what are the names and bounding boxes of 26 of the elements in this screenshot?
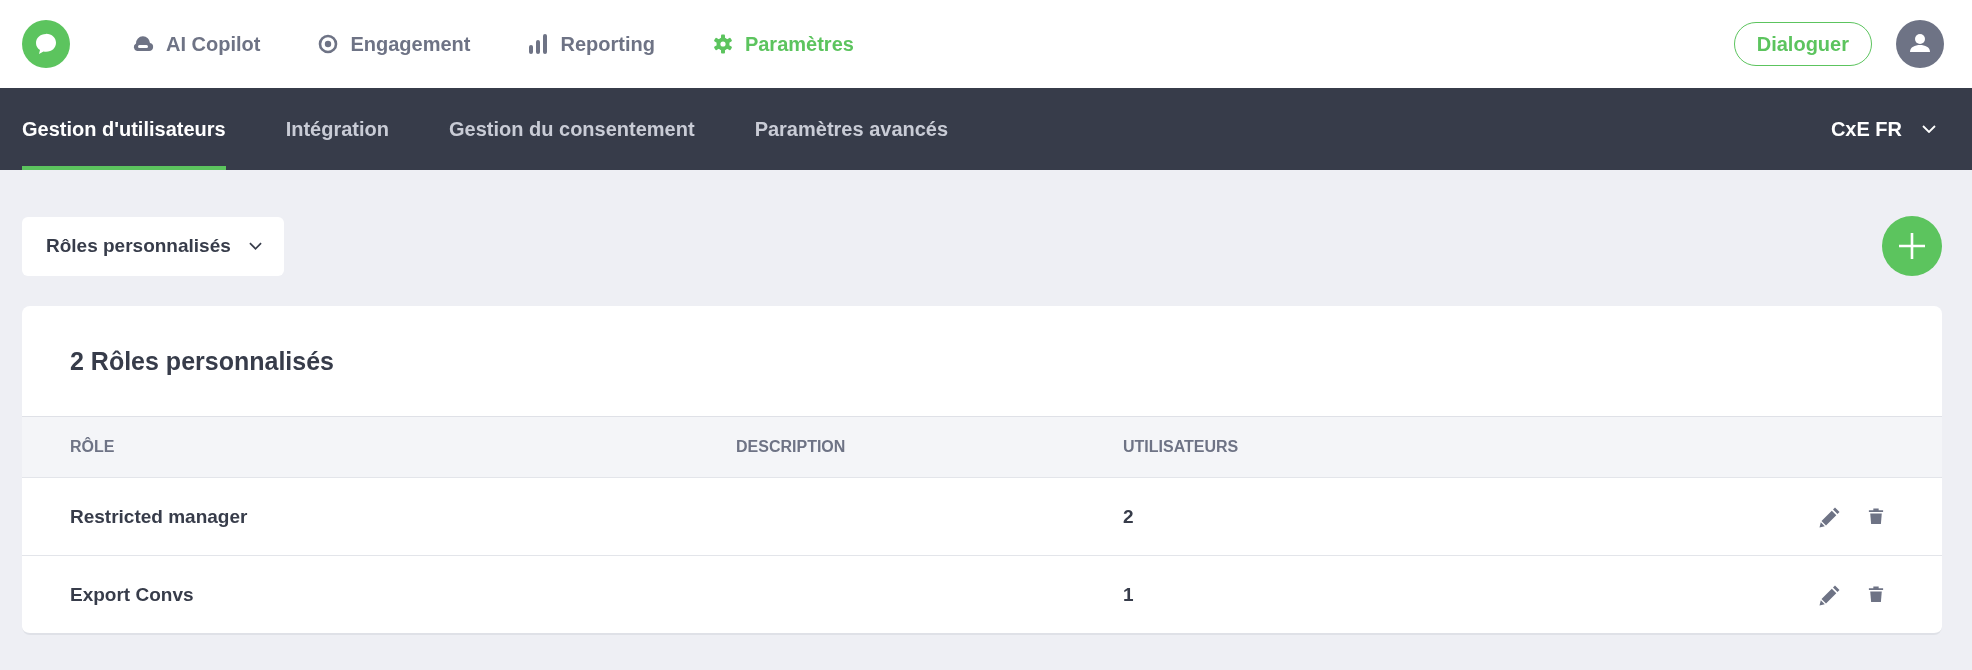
settings-tab[interactable]: Gestion du consentement (449, 88, 695, 170)
nav-link[interactable]: Engagement (318, 32, 471, 56)
nav-link[interactable]: Reporting (528, 32, 655, 56)
settings-icon (712, 34, 733, 54)
users-count-cell-text: 1 (1123, 583, 1135, 606)
settings-tab[interactable]: Paramètres avancés (754, 88, 949, 170)
column-header: DESCRIPTION (736, 438, 847, 456)
target-icon (318, 34, 339, 54)
role-cell-text: Export Convs (70, 583, 195, 606)
chevron-down-icon (248, 242, 262, 250)
settings-tab[interactable]: Intégration (285, 88, 390, 170)
user-avatar-icon[interactable] (1896, 20, 1944, 68)
bar-chart-icon (528, 33, 549, 55)
column-header: RÔLE (70, 438, 116, 456)
trash-icon[interactable] (1868, 585, 1884, 604)
cloud-icon (132, 36, 154, 52)
trash-icon[interactable] (1868, 507, 1884, 526)
users-count-cell-text: 2 (1123, 505, 1135, 528)
role-cell-text: Restricted manager (70, 505, 249, 528)
plus-icon (1897, 231, 1927, 261)
column-header: UTILISATEURS (1123, 438, 1240, 456)
settings-tab[interactable]: Gestion d'utilisateurs (22, 88, 226, 170)
workspace-selector[interactable]: CxE FR (1824, 88, 1942, 170)
nav-link[interactable]: AI Copilot (132, 32, 261, 56)
roles-dropdown[interactable]: Rôles personnalisés (22, 216, 284, 276)
chevron-down-icon (1922, 125, 1936, 133)
